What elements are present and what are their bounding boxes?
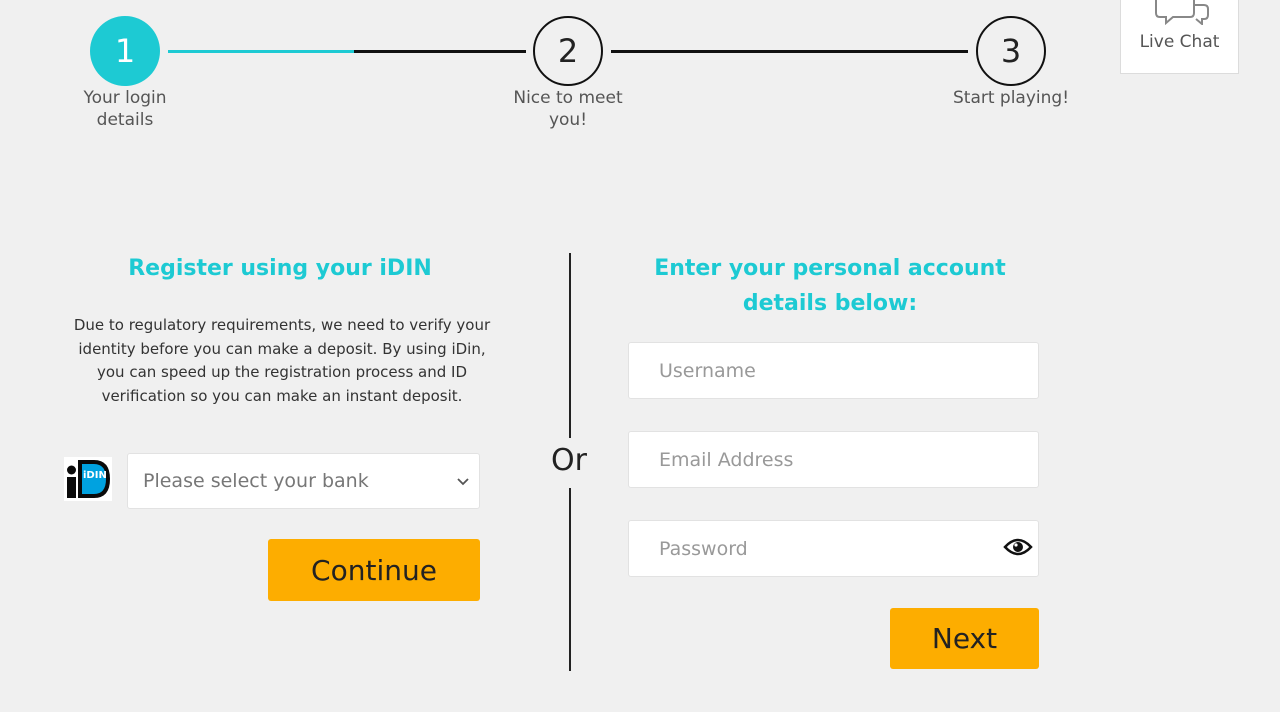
- live-chat-button[interactable]: Live Chat: [1120, 0, 1239, 74]
- idin-heading: Register using your iDIN: [128, 256, 432, 281]
- registration-page: 1 Your login details 2 Nice to meet you!…: [0, 0, 1280, 712]
- bank-select[interactable]: Please select your bank: [127, 453, 480, 509]
- idin-intro-text: Due to regulatory requirements, we need …: [52, 314, 512, 408]
- bank-select-value: Please select your bank: [143, 470, 369, 492]
- password-input[interactable]: [628, 520, 1039, 577]
- step-2-label-line2: you!: [548, 110, 588, 130]
- email-input[interactable]: [628, 431, 1039, 488]
- continue-button[interactable]: Continue: [268, 539, 480, 601]
- chevron-down-icon: [457, 478, 469, 486]
- show-password-eye-icon[interactable]: [1003, 536, 1033, 558]
- intro-line: you can speed up the registration proces…: [97, 363, 467, 381]
- step-1-number: 1: [114, 32, 136, 70]
- intro-line: verification so you can make an instant …: [101, 386, 463, 405]
- step-2-circle: 2: [533, 16, 603, 86]
- account-heading-line1: Enter your personal account: [654, 256, 1006, 281]
- live-chat-label: Live Chat: [1139, 32, 1220, 52]
- step-3-label: Start playing!: [931, 87, 1091, 109]
- or-label: Or: [551, 443, 587, 478]
- next-button[interactable]: Next: [890, 608, 1039, 669]
- divider-line-bottom: [569, 488, 571, 671]
- step-3-number: 3: [1000, 32, 1022, 70]
- step-2-number: 2: [557, 32, 579, 70]
- step-1-label-line1: Your login: [83, 88, 167, 108]
- account-heading: Enter your personal account details belo…: [630, 251, 1030, 321]
- chat-bubbles-icon: [1155, 0, 1209, 25]
- username-input[interactable]: [628, 342, 1039, 399]
- step-1-circle: 1: [90, 16, 160, 86]
- step-1-label-line2: details: [96, 110, 154, 130]
- intro-line: identity before you can make a deposit. …: [78, 339, 486, 358]
- step-progress-line-done: [168, 50, 354, 53]
- intro-line: Due to regulatory requirements, we need …: [73, 316, 491, 334]
- step-connector-line: [611, 50, 968, 53]
- step-2-label: Nice to meet you!: [488, 87, 648, 131]
- step-1-label: Your login details: [45, 87, 205, 131]
- step-3-label-line1: Start playing!: [952, 88, 1070, 108]
- account-heading-line2: details below:: [742, 291, 918, 316]
- divider-line-top: [569, 253, 571, 438]
- idin-logo-text: iDIN: [83, 470, 107, 481]
- step-progress-line-remaining: [354, 50, 526, 53]
- step-3-circle: 3: [976, 16, 1046, 86]
- step-2-label-line1: Nice to meet: [513, 88, 623, 108]
- idin-logo: iDIN: [64, 457, 112, 501]
